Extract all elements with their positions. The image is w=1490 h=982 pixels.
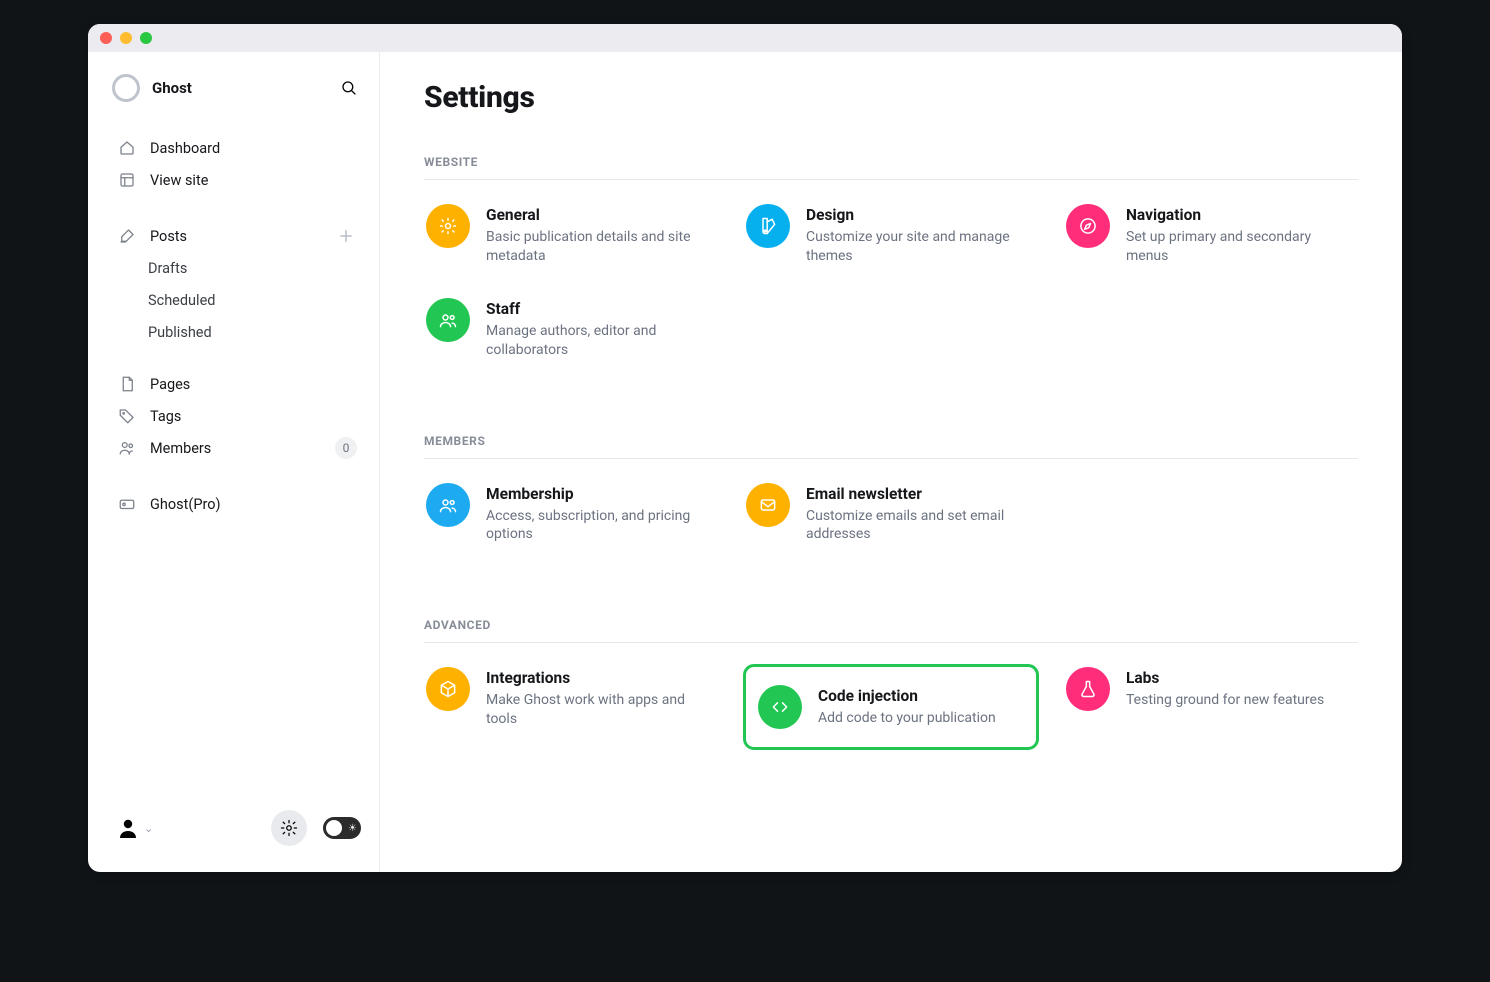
sidebar-item-label: View site: [150, 172, 357, 189]
members-count-badge: 0: [335, 437, 357, 459]
brand-name: Ghost: [152, 79, 321, 97]
sidebar-item-members[interactable]: Members 0: [112, 432, 365, 464]
sun-icon: ☀: [348, 823, 357, 834]
card-title: General: [486, 206, 716, 224]
main-content: Settings WEBSITE General Basic publicati…: [380, 52, 1402, 872]
card-desc: Add code to your publication: [818, 709, 996, 728]
house-icon: [118, 139, 136, 157]
toggle-knob: [326, 820, 342, 836]
card-integrations[interactable]: Integrations Make Ghost work with apps a…: [424, 665, 718, 749]
search-icon: [340, 79, 358, 97]
tag-icon: [118, 407, 136, 425]
card-desc: Customize emails and set email addresses: [806, 507, 1036, 545]
section-divider: [424, 642, 1358, 643]
card-general[interactable]: General Basic publication details and si…: [424, 202, 718, 268]
edit-icon: [118, 227, 136, 245]
card-title: Membership: [486, 485, 716, 503]
section-divider: [424, 179, 1358, 180]
card-title: Navigation: [1126, 206, 1356, 224]
card-staff[interactable]: Staff Manage authors, editor and collabo…: [424, 296, 718, 362]
section-advanced: ADVANCED Integrations Make Ghost work wi…: [424, 618, 1358, 749]
card-desc: Manage authors, editor and collaborators: [486, 322, 716, 360]
mail-icon: [746, 483, 790, 527]
flask-icon: [1066, 667, 1110, 711]
traffic-light-minimize[interactable]: [120, 32, 132, 44]
theme-toggle[interactable]: ☀: [323, 817, 361, 839]
sidebar-item-pages[interactable]: Pages: [112, 368, 365, 400]
card-desc: Make Ghost work with apps and tools: [486, 691, 716, 729]
sidebar-item-label: Tags: [150, 408, 357, 425]
sidebar-item-label: Pages: [150, 376, 357, 393]
sidebar-item-ghost-pro[interactable]: Ghost(Pro): [112, 488, 365, 520]
card-navigation[interactable]: Navigation Set up primary and secondary …: [1064, 202, 1358, 268]
card-desc: Set up primary and secondary menus: [1126, 228, 1356, 266]
plus-icon: [337, 227, 355, 245]
users-icon: [426, 298, 470, 342]
page-title: Settings: [424, 80, 1358, 115]
box-icon: [426, 667, 470, 711]
user-menu[interactable]: ⌄: [116, 816, 153, 840]
sidebar-item-view-site[interactable]: View site: [112, 164, 365, 196]
card-email-newsletter[interactable]: Email newsletter Customize emails and se…: [744, 481, 1038, 547]
section-label: WEBSITE: [424, 155, 1358, 169]
gear-icon: [280, 819, 298, 837]
settings-button[interactable]: [271, 810, 307, 846]
sidebar-item-label: Dashboard: [150, 140, 357, 157]
card-title: Integrations: [486, 669, 716, 687]
chevron-down-icon: ⌄: [144, 822, 153, 835]
section-website: WEBSITE General Basic publication detail…: [424, 155, 1358, 362]
sidebar-item-posts[interactable]: Posts: [112, 220, 365, 252]
add-post-button[interactable]: [335, 225, 357, 247]
compass-icon: [1066, 204, 1110, 248]
card-labs[interactable]: Labs Testing ground for new features: [1064, 665, 1358, 749]
traffic-light-zoom[interactable]: [140, 32, 152, 44]
page-icon: [118, 375, 136, 393]
card-title: Email newsletter: [806, 485, 1036, 503]
card-title: Code injection: [818, 687, 996, 705]
sidebar-item-label: Published: [148, 324, 357, 341]
section-divider: [424, 458, 1358, 459]
section-label: MEMBERS: [424, 434, 1358, 448]
section-members: MEMBERS Membership Access, subscription,…: [424, 434, 1358, 547]
sidebar-item-published[interactable]: Published: [112, 316, 365, 348]
sidebar-item-label: Drafts: [148, 260, 357, 277]
section-label: ADVANCED: [424, 618, 1358, 632]
card-desc: Customize your site and manage themes: [806, 228, 1036, 266]
traffic-light-close[interactable]: [100, 32, 112, 44]
card-desc: Testing ground for new features: [1126, 691, 1324, 710]
avatar-icon: [116, 816, 140, 840]
card-title: Design: [806, 206, 1036, 224]
code-icon: [758, 685, 802, 729]
card-membership[interactable]: Membership Access, subscription, and pri…: [424, 481, 718, 547]
card-icon: [118, 495, 136, 513]
sidebar-item-scheduled[interactable]: Scheduled: [112, 284, 365, 316]
titlebar: [88, 24, 1402, 52]
card-desc: Basic publication details and site metad…: [486, 228, 716, 266]
layout-icon: [118, 171, 136, 189]
users-icon: [426, 483, 470, 527]
card-title: Labs: [1126, 669, 1324, 687]
sidebar-item-tags[interactable]: Tags: [112, 400, 365, 432]
sidebar: Ghost Dashboard View site: [88, 52, 380, 872]
sidebar-item-label: Posts: [150, 228, 321, 245]
card-desc: Access, subscription, and pricing option…: [486, 507, 716, 545]
card-design[interactable]: Design Customize your site and manage th…: [744, 202, 1038, 268]
app-window: Ghost Dashboard View site: [88, 24, 1402, 872]
card-title: Staff: [486, 300, 716, 318]
gear-icon: [426, 204, 470, 248]
users-icon: [118, 439, 136, 457]
sidebar-item-drafts[interactable]: Drafts: [112, 252, 365, 284]
search-button[interactable]: [333, 72, 365, 104]
brand-logo: [112, 74, 140, 102]
sidebar-item-label: Ghost(Pro): [150, 496, 357, 513]
sidebar-item-label: Members: [150, 440, 321, 457]
sidebar-item-dashboard[interactable]: Dashboard: [112, 132, 365, 164]
swatch-icon: [746, 204, 790, 248]
sidebar-item-label: Scheduled: [148, 292, 357, 309]
card-code-injection[interactable]: Code injection Add code to your publicat…: [744, 665, 1038, 749]
